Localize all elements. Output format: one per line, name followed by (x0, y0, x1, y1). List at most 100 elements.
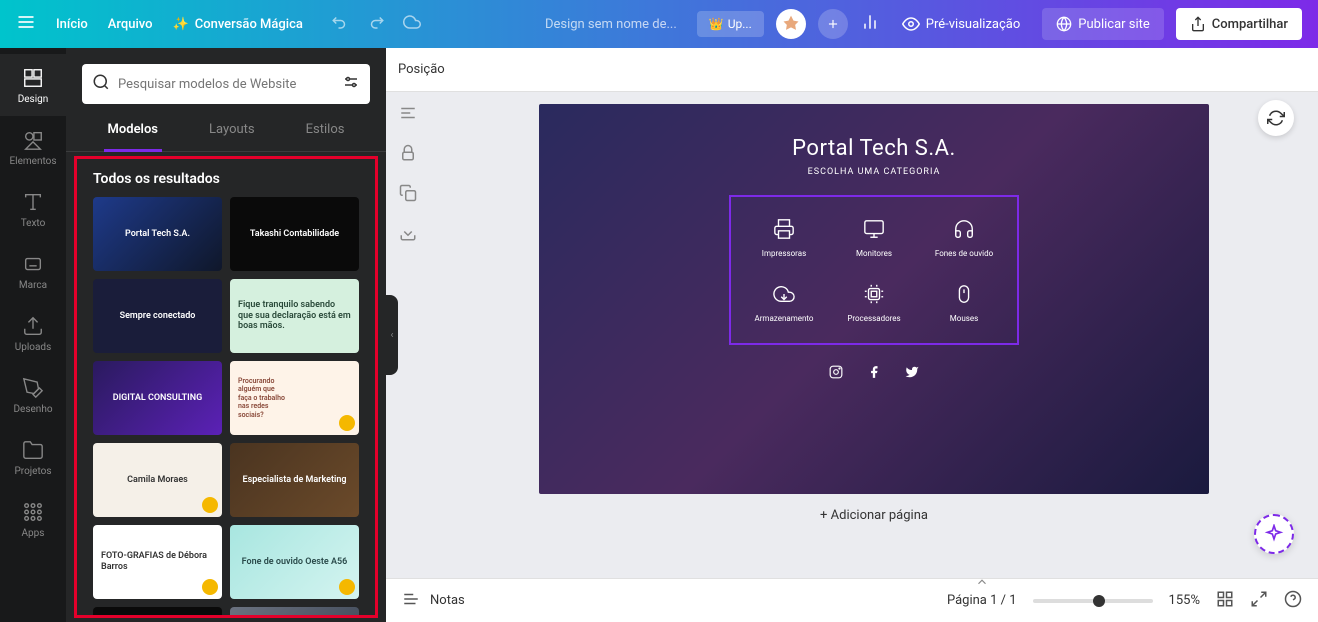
template-label: Fone de ouvido Oeste A56 (234, 557, 356, 568)
search-box[interactable] (82, 64, 370, 104)
twitter-icon[interactable] (905, 365, 919, 382)
social-row (539, 365, 1209, 382)
category-monitores[interactable]: Monitores (831, 217, 917, 258)
publish-label: Publicar site (1078, 17, 1150, 32)
template-card[interactable]: Especialista de Marketing (230, 443, 359, 517)
grid-view-icon[interactable] (1216, 590, 1234, 612)
cloud-storage-icon (772, 282, 796, 306)
page-indicator[interactable]: Página 1 / 1 (947, 593, 1017, 608)
refresh-button[interactable] (1258, 100, 1294, 136)
template-card[interactable]: Takashi Contabilidade (230, 197, 359, 271)
category-armazenamento[interactable]: Armazenamento (741, 282, 827, 323)
zoom-percentage[interactable]: 155% (1169, 593, 1200, 608)
add-collaborator-button[interactable] (818, 9, 848, 39)
cloud-sync-icon[interactable] (403, 13, 421, 35)
canvas-area: Posição Portal Tech S.A. ESCOLHA UMA CAT… (386, 48, 1318, 622)
category-impressoras[interactable]: Impressoras (741, 217, 827, 258)
nav-conversao-magica[interactable]: ✨ Conversão Mágica (173, 17, 303, 32)
rail-texto[interactable]: Texto (0, 178, 66, 240)
rail-apps-label: Apps (22, 528, 45, 539)
template-card[interactable]: ALAVANQUE SUA EMPRESA (230, 607, 359, 618)
redo-icon[interactable] (367, 13, 385, 35)
premium-badge-icon (202, 497, 218, 513)
category-label: Monitores (856, 249, 892, 258)
template-card[interactable]: Fique tranquilo sabendo que sua declaraç… (230, 279, 359, 353)
user-avatar[interactable] (776, 9, 806, 39)
export-icon[interactable] (399, 224, 417, 246)
category-mouses[interactable]: Mouses (921, 282, 1007, 323)
notes-label[interactable]: Notas (430, 593, 465, 608)
tab-modelos[interactable]: Modelos (104, 116, 162, 143)
rail-design[interactable]: Design (0, 54, 66, 116)
position-button[interactable]: Posição (398, 62, 445, 77)
rail-marca[interactable]: Marca (0, 240, 66, 302)
header-action-icons (331, 13, 421, 35)
template-card[interactable]: Olá, sou o Carlos Gama. (93, 607, 222, 618)
ai-sparkle-button[interactable] (1254, 514, 1294, 554)
zoom-thumb[interactable] (1093, 595, 1105, 607)
template-card[interactable]: DIGITAL CONSULTING (93, 361, 222, 435)
facebook-icon[interactable] (867, 365, 881, 382)
design-title[interactable]: Portal Tech S.A. (539, 136, 1209, 161)
template-card[interactable]: Procurando alguém que faça o trabalho na… (230, 361, 359, 435)
template-card[interactable]: Camila Moraes (93, 443, 222, 517)
add-page-button[interactable]: + Adicionar página (820, 508, 928, 523)
nav-arquivo[interactable]: Arquivo (108, 17, 153, 32)
bottom-toolbar: Notas Página 1 / 1 155% (386, 578, 1318, 622)
premium-badge-icon (202, 579, 218, 595)
nav-inicio[interactable]: Início (56, 17, 88, 32)
rail-texto-label: Texto (21, 218, 46, 229)
rail-projetos[interactable]: Projetos (0, 426, 66, 488)
zoom-slider[interactable] (1033, 599, 1153, 603)
category-selection-box[interactable]: Impressoras Monitores Fones de ouvido (729, 195, 1019, 345)
tab-layouts[interactable]: Layouts (205, 116, 259, 143)
category-label: Armazenamento (755, 314, 814, 323)
share-label: Compartilhar (1212, 17, 1288, 32)
instagram-icon[interactable] (829, 365, 843, 382)
publish-site-button[interactable]: Publicar site (1042, 8, 1164, 40)
premium-badge-icon (339, 415, 355, 431)
canvas-toolbar: Posição (386, 48, 1318, 92)
template-card[interactable]: Sempre conectado (93, 279, 222, 353)
category-processadores[interactable]: Processadores (831, 282, 917, 323)
category-label: Mouses (950, 314, 978, 323)
category-label: Processadores (847, 314, 900, 323)
document-title[interactable]: Design sem nome de... (545, 17, 677, 32)
rail-uploads-label: Uploads (15, 342, 51, 353)
search-icon (92, 73, 110, 95)
rail-elementos[interactable]: Elementos (0, 116, 66, 178)
category-label: Fones de ouvido (935, 249, 993, 258)
align-icon[interactable] (399, 104, 417, 126)
search-input[interactable] (118, 77, 336, 92)
category-label: Impressoras (762, 249, 806, 258)
category-fones[interactable]: Fones de ouvido (921, 217, 1007, 258)
header-right: 👑 Up... Pré-visualização Publicar site C… (697, 8, 1302, 40)
design-subtitle[interactable]: ESCOLHA UMA CATEGORIA (539, 167, 1209, 177)
upgrade-button[interactable]: 👑 Up... (697, 11, 764, 37)
lock-icon[interactable] (399, 144, 417, 166)
rail-apps[interactable]: Apps (0, 488, 66, 550)
template-card[interactable]: Fone de ouvido Oeste A56 (230, 525, 359, 599)
analytics-icon[interactable] (860, 12, 880, 36)
template-card[interactable]: FOTO-GRAFIAS de Débora Barros (93, 525, 222, 599)
template-card[interactable]: Portal Tech S.A. (93, 197, 222, 271)
crown-icon: 👑 (709, 17, 724, 31)
canvas-main: Portal Tech S.A. ESCOLHA UMA CATEGORIA I… (430, 92, 1318, 578)
page-up-icon[interactable] (975, 575, 989, 593)
preview-button[interactable]: Pré-visualização (892, 9, 1031, 39)
rail-desenho[interactable]: Desenho (0, 364, 66, 426)
help-icon[interactable] (1284, 590, 1302, 612)
filter-icon[interactable] (342, 73, 360, 95)
design-canvas[interactable]: Portal Tech S.A. ESCOLHA UMA CATEGORIA I… (539, 104, 1209, 494)
fullscreen-icon[interactable] (1250, 590, 1268, 612)
notes-icon[interactable] (402, 590, 420, 612)
undo-icon[interactable] (331, 13, 349, 35)
tab-estilos[interactable]: Estilos (302, 116, 349, 143)
menu-icon[interactable] (16, 12, 36, 36)
share-button[interactable]: Compartilhar (1176, 8, 1302, 40)
duplicate-icon[interactable] (399, 184, 417, 206)
mouse-icon (952, 282, 976, 306)
sparkle-icon: ✨ (173, 17, 189, 32)
template-label: Sempre conectado (112, 311, 204, 322)
rail-uploads[interactable]: Uploads (0, 302, 66, 364)
